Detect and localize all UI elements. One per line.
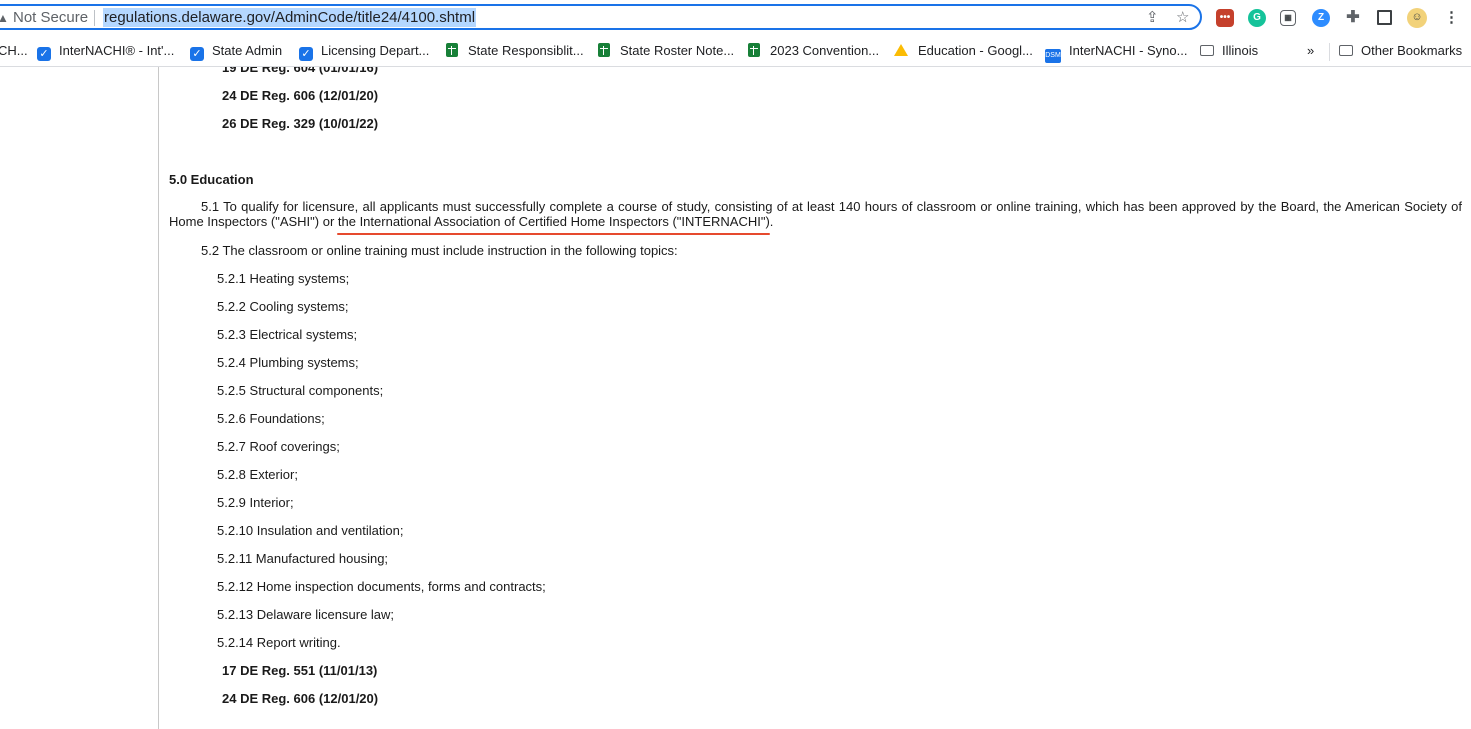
topic-item: 5.2.3 Electrical systems; (217, 327, 358, 342)
bookmark-item[interactable]: CH... (0, 43, 28, 59)
regulation-citation: 24 DE Reg. 606 (12/01/20) (222, 88, 379, 103)
topic-item: 5.2.7 Roof coverings; (217, 439, 340, 454)
extension-zoom-icon[interactable]: Z (1312, 9, 1330, 27)
topic-item: 5.2.5 Structural components; (217, 383, 384, 398)
bookmarks-bar: CH... ✓ InterNACHI® - Int'... ✓ State Admi… (0, 36, 1471, 67)
bookmark-item[interactable]: DSM InterNACHI - Syno... (1045, 43, 1187, 63)
topic-item: 5.2.9 Interior; (217, 495, 294, 510)
bookmark-item[interactable]: State Roster Note... (598, 43, 734, 59)
topic-item: 5.2.10 Insulation and ventilation; (217, 523, 404, 538)
omnibox-divider (94, 10, 95, 26)
url-text[interactable]: regulations.delaware.gov/AdminCode/title… (103, 8, 477, 27)
regulation-citation: 26 DE Reg. 329 (10/01/22) (222, 116, 379, 131)
regulation-citation: 19 DE Reg. 604 (01/01/16) (222, 67, 379, 75)
checkbox-icon: ✓ (37, 47, 51, 61)
side-panel-icon[interactable] (1377, 10, 1392, 25)
page-content: 19 DE Reg. 604 (01/01/16) 24 DE Reg. 606… (0, 67, 1471, 729)
browser-menu-icon[interactable]: ⋮ (1444, 8, 1459, 27)
other-bookmarks[interactable]: Other Bookmarks (1329, 43, 1462, 61)
paragraph-text: . (769, 214, 774, 229)
bookmark-item[interactable]: 2023 Convention... (748, 43, 879, 59)
bookmark-item[interactable]: Illinois (1200, 43, 1258, 59)
topic-item: 5.2.14 Report writing. (217, 635, 341, 650)
sheets-icon (598, 43, 610, 57)
topic-item: 5.2.11 Manufactured housing; (217, 551, 389, 566)
section-heading: 5.0 Education (169, 172, 254, 187)
extension-grammarly-icon[interactable]: G (1248, 9, 1266, 27)
share-icon[interactable]: ⇪ (1146, 8, 1159, 27)
topic-item: 5.2.12 Home inspection documents, forms … (217, 579, 546, 594)
topic-item: 5.2.1 Heating systems; (217, 271, 350, 286)
extension-lastpass-icon[interactable]: ••• (1216, 9, 1234, 27)
sheets-icon (748, 43, 760, 57)
warning-icon[interactable]: ▲ (0, 11, 9, 25)
profile-avatar[interactable]: ☺ (1407, 8, 1427, 28)
bookmark-item[interactable]: ✓ State Admin (190, 43, 282, 61)
folder-icon (1200, 45, 1214, 56)
checkbox-icon: ✓ (299, 47, 313, 61)
drive-icon (894, 44, 908, 56)
annotation-underline (337, 233, 770, 235)
checkbox-icon: ✓ (190, 47, 204, 61)
sheets-icon (446, 43, 458, 57)
security-label[interactable]: Not Secure (13, 9, 88, 26)
extension-qr-icon[interactable]: ▦ (1280, 10, 1296, 26)
paragraph-5-1: 5.1 To qualify for licensure, all applic… (169, 199, 1462, 229)
dsm-icon: DSM (1045, 49, 1061, 63)
bookmarks-overflow-button[interactable]: » (1307, 43, 1314, 59)
bookmark-item[interactable]: Education - Googl... (894, 43, 1033, 59)
bookmark-item[interactable]: ✓ Licensing Depart... (299, 43, 429, 61)
bookmark-item[interactable]: ✓ InterNACHI® - Int'... (37, 43, 174, 61)
bookmark-star-icon[interactable]: ☆ (1176, 8, 1189, 27)
content-left-border (158, 67, 159, 729)
topic-item: 5.2.2 Cooling systems; (217, 299, 349, 314)
extensions-puzzle-icon[interactable]: ✚ (1344, 9, 1362, 27)
folder-icon (1339, 45, 1353, 56)
topic-item: 5.2.13 Delaware licensure law; (217, 607, 395, 622)
regulation-citation: 24 DE Reg. 606 (12/01/20) (222, 691, 379, 706)
topic-item: 5.2.4 Plumbing systems; (217, 355, 359, 370)
browser-toolbar: ▲ Not Secure regulations.delaware.gov/Ad… (0, 0, 1471, 36)
bookmark-item[interactable]: State Responsiblit... (446, 43, 584, 59)
highlighted-text: the International Association of Certifi… (337, 214, 770, 229)
regulation-citation: 17 DE Reg. 551 (11/01/13) (222, 663, 378, 678)
topic-item: 5.2.8 Exterior; (217, 467, 298, 482)
topic-item: 5.2.6 Foundations; (217, 411, 325, 426)
paragraph-5-2: 5.2 The classroom or online training mus… (201, 243, 678, 258)
